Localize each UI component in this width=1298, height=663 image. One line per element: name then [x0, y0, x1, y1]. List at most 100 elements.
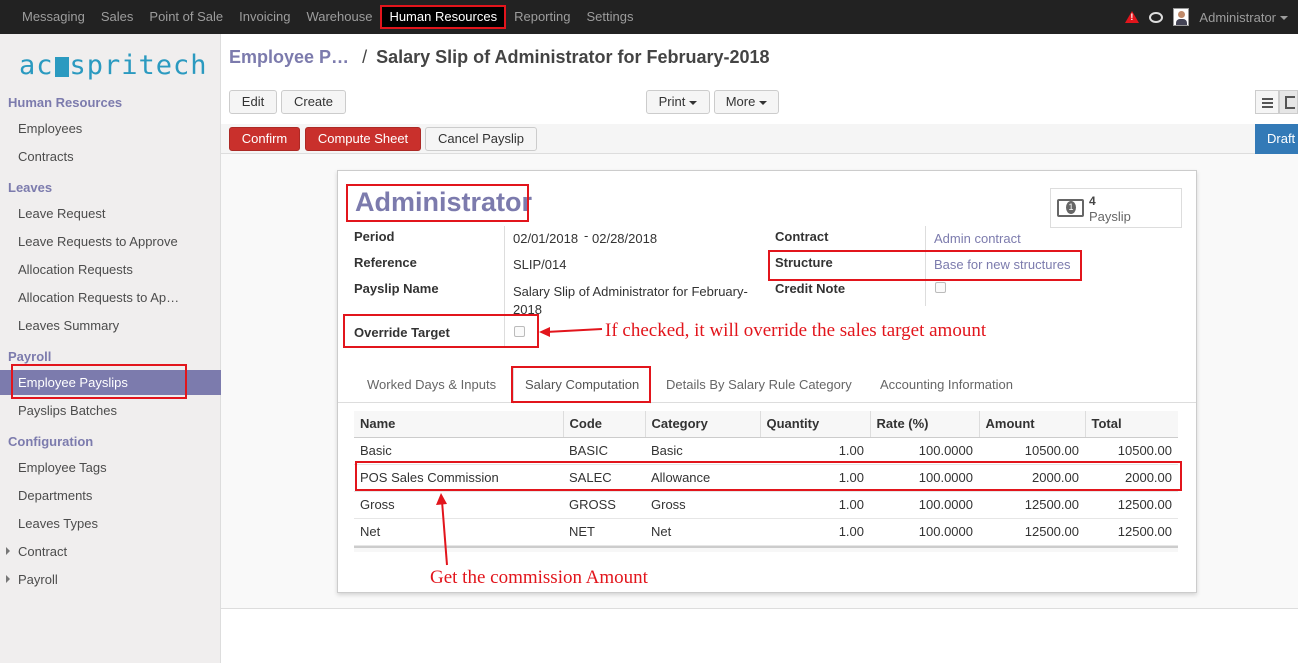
breadcrumb-parent-link[interactable]: Employee P…	[229, 47, 349, 67]
status-draft[interactable]: Draft	[1255, 124, 1298, 154]
contract-link[interactable]: Admin contract	[934, 231, 1021, 246]
sidebar-item-allocation-requests[interactable]: Allocation Requests	[18, 262, 133, 277]
column-header-amount[interactable]: Amount	[979, 411, 1086, 438]
sidebar-item-employee-tags[interactable]: Employee Tags	[18, 460, 107, 475]
print-label: Print	[658, 94, 686, 109]
sidebar-item-employees[interactable]: Employees	[18, 121, 82, 136]
cell-code: SALEC	[563, 464, 645, 492]
tab-details-by-salary-rule-category[interactable]: Details By Salary Rule Category	[666, 377, 852, 392]
cell-quantity: 1.00	[760, 437, 870, 465]
period-separator: -	[584, 228, 589, 243]
edit-button[interactable]: Edit	[229, 90, 277, 114]
expand-arrow-icon[interactable]	[6, 547, 10, 555]
cell-code: GROSS	[563, 491, 645, 519]
menu-invoicing[interactable]: Invoicing	[231, 0, 298, 34]
cell-total: 10500.00	[1085, 437, 1178, 465]
sidebar-item-payslips-batches[interactable]: Payslips Batches	[18, 403, 117, 418]
sidebar-item-departments[interactable]: Departments	[18, 488, 92, 503]
menu-reporting[interactable]: Reporting	[506, 0, 578, 34]
sidebar-item-employee-payslips[interactable]: Employee Payslips	[0, 370, 221, 395]
top-navbar: Messaging Sales Point of Sale Invoicing …	[0, 0, 1298, 34]
more-button[interactable]: More	[714, 90, 779, 114]
table-row[interactable]: POS Sales Commission SALEC Allowance 1.0…	[354, 464, 1178, 492]
cancel-payslip-button[interactable]: Cancel Payslip	[425, 127, 537, 151]
cell-rate: 100.0000	[870, 518, 979, 546]
caret-down-icon	[759, 100, 768, 105]
cell-total: 12500.00	[1085, 518, 1178, 546]
cell-quantity: 1.00	[760, 464, 870, 492]
menu-sales[interactable]: Sales	[93, 0, 142, 34]
avatar[interactable]	[1173, 8, 1190, 26]
override-target-checkbox[interactable]	[514, 326, 525, 337]
cell-name: Net	[354, 518, 563, 546]
column-header-quantity[interactable]: Quantity	[760, 411, 871, 438]
confirm-button[interactable]: Confirm	[229, 127, 300, 151]
field-divider	[925, 226, 926, 306]
payslip-name-field[interactable]: Salary Slip of Administrator for Februar…	[513, 283, 758, 319]
annotation-override: If checked, it will override the sales t…	[605, 320, 987, 341]
main-content: Employee P… / Salary Slip of Administrat…	[221, 34, 1298, 663]
table-row[interactable]: Gross GROSS Gross 1.00 100.0000 12500.00…	[354, 491, 1178, 519]
sidebar-item-contracts[interactable]: Contracts	[18, 149, 74, 164]
period-to-field[interactable]: 02/28/2018	[592, 231, 657, 246]
tab-worked-days-inputs[interactable]: Worked Days & Inputs	[367, 377, 496, 392]
more-label: More	[725, 94, 756, 109]
column-header-total[interactable]: Total	[1085, 411, 1178, 438]
arrow-override-head	[539, 327, 550, 337]
sidebar-item-allocation-requests-to-approve[interactable]: Allocation Requests to Ap…	[18, 290, 179, 305]
structure-link[interactable]: Base for new structures	[934, 257, 1071, 272]
sidebar-section-leaves: Leaves	[8, 180, 53, 195]
payslip-smart-button[interactable]: 4 Payslip	[1050, 188, 1182, 228]
cell-amount: 12500.00	[979, 518, 1085, 546]
tab-salary-computation[interactable]: Salary Computation	[513, 367, 652, 404]
menu-settings[interactable]: Settings	[578, 0, 641, 34]
cell-amount: 12500.00	[979, 491, 1085, 519]
menu-warehouse[interactable]: Warehouse	[298, 0, 380, 34]
sidebar: ac spritech Human Resources Employees Con…	[0, 34, 221, 663]
sidebar-item-payroll-menu[interactable]: Payroll	[18, 572, 58, 587]
chat-icon[interactable]	[1149, 11, 1164, 23]
column-header-category[interactable]: Category	[645, 411, 761, 438]
list-view-icon[interactable]	[1255, 90, 1279, 114]
column-header-name[interactable]: Name	[354, 411, 564, 438]
payslip-name-label: Payslip Name	[354, 281, 439, 296]
sidebar-item-contract-menu[interactable]: Contract	[18, 544, 67, 559]
compute-sheet-button[interactable]: Compute Sheet	[305, 127, 421, 151]
cell-rate: 100.0000	[870, 491, 979, 519]
menu-messaging[interactable]: Messaging	[14, 0, 93, 34]
reference-label: Reference	[354, 255, 417, 270]
sidebar-item-leaves-types[interactable]: Leaves Types	[18, 516, 98, 531]
payslip-count: 4	[1089, 194, 1096, 208]
payslip-count-label: Payslip	[1089, 209, 1131, 224]
sidebar-item-leave-request[interactable]: Leave Request	[18, 206, 105, 221]
reference-field[interactable]: SLIP/014	[513, 257, 567, 272]
menu-point-of-sale[interactable]: Point of Sale	[141, 0, 231, 34]
period-from-field[interactable]: 02/01/2018	[513, 231, 578, 246]
tab-accounting-information[interactable]: Accounting Information	[880, 377, 1013, 392]
sidebar-item-leaves-summary[interactable]: Leaves Summary	[18, 318, 119, 333]
form-view-icon[interactable]	[1279, 90, 1298, 114]
credit-note-checkbox[interactable]	[935, 282, 946, 293]
structure-label: Structure	[775, 255, 833, 270]
column-header-rate[interactable]: Rate (%)	[870, 411, 980, 438]
arrow-override-line	[545, 328, 603, 333]
form-sheet: Administrator 4 Payslip Period 02/01/201…	[337, 170, 1197, 593]
sidebar-item-leave-requests-to-approve[interactable]: Leave Requests to Approve	[18, 234, 178, 249]
breadcrumb: Employee P… / Salary Slip of Administrat…	[229, 47, 770, 68]
user-menu[interactable]: Administrator	[1199, 10, 1288, 25]
column-header-code[interactable]: Code	[563, 411, 646, 438]
cell-category: Net	[645, 518, 760, 546]
company-logo[interactable]: ac spritech	[19, 50, 208, 81]
breadcrumb-current: Salary Slip of Administrator for Februar…	[376, 47, 770, 67]
menu-human-resources[interactable]: Human Resources	[380, 5, 507, 29]
table-row[interactable]: Basic BASIC Basic 1.00 100.0000 10500.00…	[354, 437, 1178, 465]
create-button[interactable]: Create	[281, 90, 346, 114]
expand-arrow-icon[interactable]	[6, 575, 10, 583]
print-button[interactable]: Print	[646, 90, 710, 114]
contract-label: Contract	[775, 229, 829, 244]
cell-name: POS Sales Commission	[354, 464, 563, 492]
warning-icon[interactable]	[1125, 11, 1140, 23]
cell-category: Gross	[645, 491, 760, 519]
table-footer	[354, 546, 1178, 552]
table-row[interactable]: Net NET Net 1.00 100.0000 12500.00 12500…	[354, 518, 1178, 546]
